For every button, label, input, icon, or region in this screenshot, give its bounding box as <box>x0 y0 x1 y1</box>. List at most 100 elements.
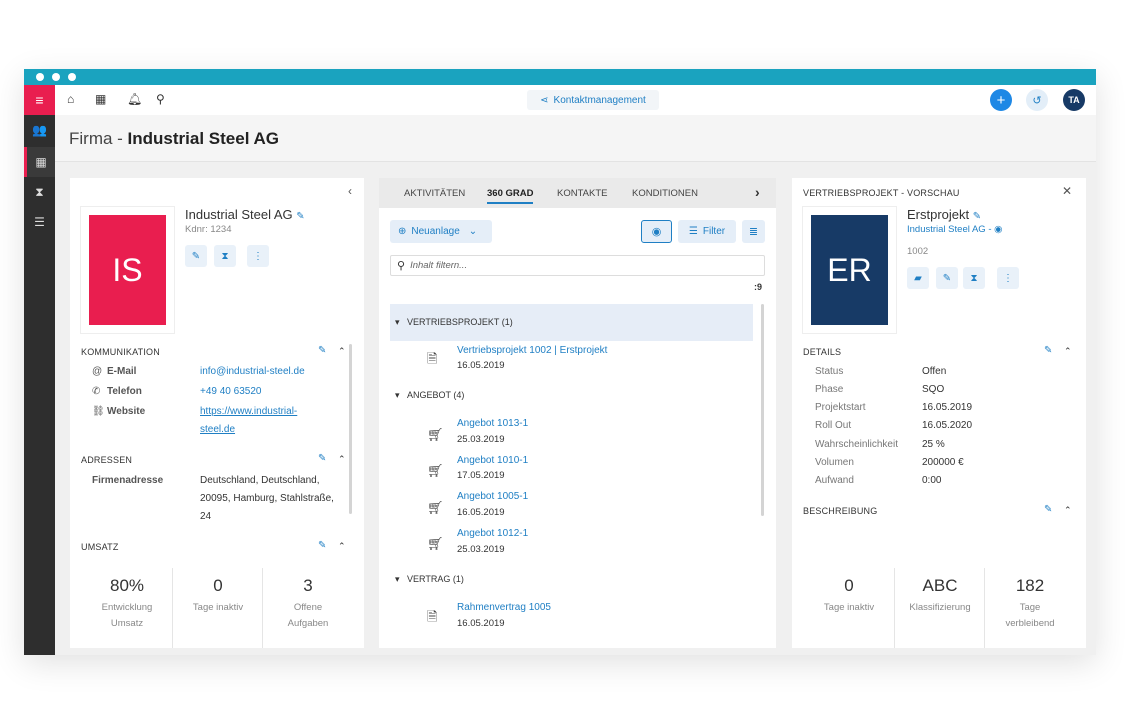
more-button[interactable]: ⋮ <box>247 245 269 267</box>
project-avatar: ER <box>811 215 888 325</box>
tab-bar: AKTIVITÄTEN 360 GRAD KONTAKTE KONDITIONE… <box>379 178 776 208</box>
window-dot[interactable] <box>52 73 60 81</box>
entry-link[interactable]: Angebot 1012-1 <box>457 528 528 539</box>
detail-value: 0:00 <box>922 475 942 486</box>
tree-icon: ≣ <box>748 226 759 238</box>
collapse-kommunikation-icon[interactable]: ⌃ <box>338 346 346 357</box>
people-icon[interactable]: 👥 <box>24 115 55 145</box>
page-title: Firma - Industrial Steel AG <box>69 129 279 149</box>
preview-title: VERTRIEBSPROJEKT - VORSCHAU <box>803 188 960 198</box>
phone-label: Telefon <box>107 386 142 397</box>
hourglass-icon[interactable]: ⧗ <box>24 177 55 207</box>
edit-umsatz-icon[interactable]: ✎ <box>318 540 326 551</box>
building-icon[interactable]: ▦ <box>24 147 55 177</box>
context-switcher[interactable]: ⋖ Kontaktmanagement <box>527 90 659 110</box>
website-link-cont[interactable]: steel.de <box>200 424 235 435</box>
stat-label: Offene <box>293 602 323 613</box>
phone-link[interactable]: +49 40 63520 <box>200 386 261 397</box>
hourglass-button[interactable]: ⧗ <box>963 267 985 289</box>
page-title-company: Industrial Steel AG <box>127 129 280 148</box>
website-link[interactable]: https://www.industrial- <box>200 406 297 417</box>
more-button[interactable]: ⋮ <box>997 267 1019 289</box>
folder-button[interactable]: ▰ <box>907 267 929 289</box>
detail-label: Aufwand <box>815 475 854 486</box>
project-company-link[interactable]: Industrial Steel AG - ◉ <box>907 224 1002 235</box>
filter-input[interactable]: ⚲ Inhalt filtern... <box>390 255 765 276</box>
group-caret-icon[interactable]: ▾ <box>395 574 400 585</box>
detail-label: Volumen <box>815 457 854 468</box>
add-icon[interactable]: + <box>990 89 1012 111</box>
window-dot[interactable] <box>36 73 44 81</box>
detail-value: 16.05.2019 <box>922 402 973 413</box>
edit-button[interactable]: ✎ <box>185 245 207 267</box>
collapse-beschreibung-icon[interactable]: ⌃ <box>1064 505 1072 516</box>
detail-value: Offen <box>922 366 947 377</box>
edit-beschreibung-icon[interactable]: ✎ <box>1044 504 1052 515</box>
stat-tage-inaktiv: 0 Tage inaktiv <box>173 576 263 646</box>
entry-link[interactable]: Vertriebsprojekt 1002 | Erstprojekt <box>457 345 607 356</box>
email-link[interactable]: info@industrial-steel.de <box>200 366 305 377</box>
company-link-text: Industrial Steel AG - <box>907 224 992 235</box>
kebab-icon: ⋮ <box>1003 272 1013 284</box>
new-entry-button[interactable]: ⊕ Neuanlage ⌄ <box>390 220 492 243</box>
entry-link[interactable]: Angebot 1005-1 <box>457 491 528 502</box>
scrollbar[interactable] <box>349 344 352 514</box>
history-icon[interactable]: ↺ <box>1026 89 1048 111</box>
detail-value: 25 % <box>922 439 945 450</box>
app-window: ≡ 👥 ▦ ⧗ ☰ ⌂ ▦ 🔔︎ ⚲ ⋖ Kontaktmanagement +… <box>24 69 1096 655</box>
hourglass-button[interactable]: ⧗ <box>214 245 236 267</box>
edit-button[interactable]: ✎ <box>936 267 958 289</box>
new-entry-label: Neuanlage <box>411 226 460 237</box>
search-icon[interactable]: ⚲ <box>156 92 165 106</box>
cart-icon: 🛒︎ <box>427 536 444 551</box>
stat-label: Umsatz <box>110 618 144 629</box>
edit-details-icon[interactable]: ✎ <box>1044 345 1052 356</box>
detail-label: Status <box>815 366 844 377</box>
entry-link[interactable]: Angebot 1010-1 <box>457 455 528 466</box>
company-avatar: IS <box>89 215 166 325</box>
pencil-icon: ✎ <box>942 272 952 284</box>
collapse-adressen-icon[interactable]: ⌃ <box>338 454 346 465</box>
section-title-kommunikation: KOMMUNIKATION <box>81 347 160 357</box>
edit-name-icon[interactable]: ✎ <box>296 211 304 222</box>
edit-adressen-icon[interactable]: ✎ <box>318 453 326 464</box>
next-tabs-icon[interactable]: › <box>755 184 760 200</box>
home-icon[interactable]: ⌂ <box>67 92 74 106</box>
company-avatar-frame: IS <box>81 207 174 333</box>
view-toggle-button[interactable]: ◉ <box>641 220 672 243</box>
group-caret-icon[interactable]: ▾ <box>395 390 400 401</box>
folder-icon: ▰ <box>914 272 922 284</box>
preview-panel: VERTRIEBSPROJEKT - VORSCHAU ✕ ER Erstpro… <box>792 178 1086 648</box>
calendar-icon[interactable]: ▦ <box>95 92 106 106</box>
window-dot[interactable] <box>68 73 76 81</box>
avatar[interactable]: TA <box>1063 89 1085 111</box>
close-icon[interactable]: ✕ <box>1062 184 1072 198</box>
edit-kommunikation-icon[interactable]: ✎ <box>318 345 326 356</box>
list-icon[interactable]: ☰ <box>24 207 55 237</box>
entry-link[interactable]: Angebot 1013-1 <box>457 418 528 429</box>
chevron-down-icon: ⌄ <box>468 226 478 237</box>
scrollbar[interactable] <box>761 304 764 516</box>
collapse-left-icon[interactable]: ‹ <box>348 184 352 198</box>
link-icon: ⛓ <box>92 406 105 417</box>
tab-aktivitaeten[interactable]: AKTIVITÄTEN <box>404 188 465 199</box>
filter-button[interactable]: ☰ Filter <box>678 220 736 243</box>
result-count: :9 <box>754 282 763 292</box>
detail-value: 200000 € <box>922 457 964 468</box>
hamburger-menu-icon[interactable]: ≡ <box>24 85 55 115</box>
sidebar-rail: ≡ 👥 ▦ ⧗ ☰ <box>24 85 55 655</box>
entry-link[interactable]: Rahmenvertrag 1005 <box>457 602 551 613</box>
stat-value: 0 <box>213 576 223 595</box>
stat-label: Klassifizierung <box>909 602 971 613</box>
tab-konditionen[interactable]: KONDITIONEN <box>632 188 698 199</box>
bell-icon[interactable]: 🔔︎ <box>127 92 142 106</box>
tab-kontakte[interactable]: KONTAKTE <box>557 188 608 199</box>
edit-name-icon[interactable]: ✎ <box>973 211 981 222</box>
group-title: VERTRAG (1) <box>407 574 464 584</box>
collapse-details-icon[interactable]: ⌃ <box>1064 346 1072 357</box>
search-icon: ⚲ <box>397 260 406 272</box>
stat-value: 3 <box>303 576 313 595</box>
collapse-umsatz-icon[interactable]: ⌃ <box>338 541 346 552</box>
tree-view-button[interactable]: ≣ <box>742 220 765 243</box>
tab-360-grad[interactable]: 360 GRAD <box>487 188 534 204</box>
